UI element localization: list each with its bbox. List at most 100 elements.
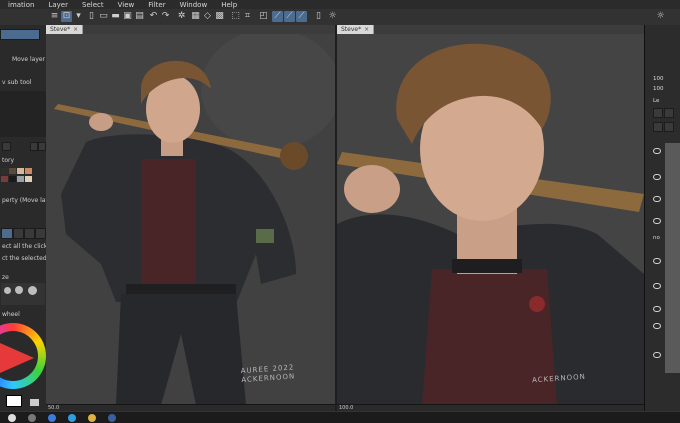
color-triangle[interactable]: [0, 343, 34, 373]
snap-special-ruler-icon[interactable]: ⟋: [284, 11, 295, 22]
color-swatch[interactable]: [9, 176, 16, 182]
property-mode-button[interactable]: [24, 228, 35, 239]
brightness-icon[interactable]: ☼: [327, 11, 338, 22]
illustration-full-body: AUREE 2022 ACKERNOON: [46, 34, 335, 405]
search-icon[interactable]: [28, 414, 36, 422]
character-closeup-artwork: [337, 34, 644, 405]
folder-icon[interactable]: ▬: [110, 11, 121, 22]
selection-icon[interactable]: ⬚: [230, 11, 241, 22]
menu-filter[interactable]: Filter: [148, 1, 165, 9]
sub-color-swatch[interactable]: [30, 399, 39, 406]
color-swatch[interactable]: [25, 168, 32, 174]
color-swatch[interactable]: [1, 168, 8, 174]
eye-icon[interactable]: [653, 352, 661, 358]
fill-icon[interactable]: ▩: [214, 11, 225, 22]
layer-property-label: Le: [653, 98, 660, 104]
layer-panel: 100 100 Le no: [644, 25, 680, 411]
taskbar: [0, 411, 680, 423]
property-mode-button[interactable]: [1, 228, 13, 239]
explorer-icon[interactable]: [88, 414, 96, 422]
layer-thumbnail-strip[interactable]: [665, 143, 680, 373]
canvas-tab[interactable]: Steve* ×: [337, 25, 375, 34]
app-icon[interactable]: [108, 414, 116, 422]
eye-icon[interactable]: [653, 306, 661, 312]
chevron-down-icon[interactable]: ▾: [73, 11, 84, 22]
command-bar: ≡ ⊡ ▾ ▯ ▭ ▬ ▣ ▤ ↶ ↷ ✲ ▦ ◇ ▩ ⬚ ⌗ ◰ ⟋ ⟋ ⟋ …: [0, 9, 680, 26]
eye-icon[interactable]: [653, 258, 661, 264]
canvas-status-bar: 50.0: [46, 404, 335, 411]
property-mode-button[interactable]: [35, 228, 46, 239]
redo-icon[interactable]: ↷: [160, 11, 171, 22]
snap-ruler-icon[interactable]: ⟋: [272, 11, 283, 22]
ruler-icon[interactable]: ◰: [258, 11, 269, 22]
transform-icon[interactable]: ◇: [202, 11, 213, 22]
illustration-closeup: ACKERNOON: [337, 34, 644, 405]
brush-size-dot[interactable]: [15, 286, 23, 294]
color-swatch[interactable]: [25, 176, 32, 182]
undo-icon[interactable]: ↶: [148, 11, 159, 22]
brush-size-palette[interactable]: [1, 283, 45, 305]
eye-icon[interactable]: [653, 196, 661, 202]
eye-icon[interactable]: [653, 174, 661, 180]
canvas-tab-label: Steve*: [341, 26, 362, 33]
color-swatch[interactable]: [17, 168, 24, 174]
browser-icon[interactable]: [48, 414, 56, 422]
new-file-icon[interactable]: ▯: [86, 11, 97, 22]
eye-icon[interactable]: [653, 323, 661, 329]
close-tab-icon[interactable]: ×: [73, 26, 78, 33]
canvas-window-full[interactable]: Steve* × AUREE 2022 ACKERNOON 50.0: [46, 25, 335, 411]
snap-grid-icon[interactable]: ⟋: [296, 11, 307, 22]
opacity-value-secondary[interactable]: 100: [653, 86, 664, 92]
brush-size-dot[interactable]: [28, 286, 37, 295]
color-swatch[interactable]: [1, 176, 8, 182]
canvas-status-bar: 100.0: [337, 404, 644, 411]
color-swatch[interactable]: [9, 168, 16, 174]
canvas-tab[interactable]: Steve* ×: [46, 25, 84, 34]
grid-icon[interactable]: ▦: [190, 11, 201, 22]
layer-name-short: no: [653, 235, 660, 241]
canvas-tab-label: Steve*: [50, 26, 71, 33]
sub-tool-list[interactable]: [0, 91, 46, 137]
menu-help[interactable]: Help: [221, 1, 237, 9]
menu-layer[interactable]: Layer: [48, 1, 68, 9]
main-color-swatch[interactable]: [6, 395, 22, 407]
property-mode-button[interactable]: [13, 228, 24, 239]
settings-gear-icon[interactable]: ✲: [176, 11, 187, 22]
move-layer-label[interactable]: Move layer: [12, 56, 45, 63]
save-icon[interactable]: ▣: [122, 11, 133, 22]
layer-action-button[interactable]: [664, 122, 674, 132]
canvas-window-closeup[interactable]: Steve* × ACKERNOON 100.0: [337, 25, 644, 411]
menu-window[interactable]: Window: [180, 1, 208, 9]
menu-bar: imation Layer Select View Filter Window …: [0, 0, 680, 9]
device-icon[interactable]: ▯: [313, 11, 324, 22]
layer-action-button[interactable]: [653, 122, 663, 132]
history-panel-title: tory: [2, 157, 15, 164]
left-tool-panel: Move layer v sub tool tory perty (Move l…: [0, 25, 58, 411]
menu-select[interactable]: Select: [82, 1, 104, 9]
crop-icon[interactable]: ⌗: [242, 11, 253, 22]
layer-action-button[interactable]: [664, 108, 674, 118]
open-folder-icon[interactable]: ▭: [98, 11, 109, 22]
delete-sub-tool-button[interactable]: [38, 142, 46, 151]
menu-view[interactable]: View: [118, 1, 135, 9]
menu-animation[interactable]: imation: [8, 1, 34, 9]
start-icon[interactable]: [8, 414, 16, 422]
eye-icon[interactable]: [653, 148, 661, 154]
color-wheel-title: wheel: [2, 311, 20, 318]
layer-action-button[interactable]: [653, 108, 663, 118]
hamburger-menu-icon[interactable]: ≡: [49, 11, 60, 22]
tool-tab-active[interactable]: [0, 29, 40, 40]
eye-icon[interactable]: [653, 283, 661, 289]
character-artwork: [46, 34, 335, 405]
close-tab-icon[interactable]: ×: [364, 26, 369, 33]
copy-sub-tool-button[interactable]: [30, 142, 38, 151]
export-icon[interactable]: ▤: [134, 11, 145, 22]
move-tool-icon[interactable]: ⊡: [61, 11, 72, 22]
brush-size-dot[interactable]: [4, 287, 11, 294]
add-sub-tool-button[interactable]: [2, 142, 11, 151]
color-swatch[interactable]: [17, 176, 24, 182]
eye-icon[interactable]: [653, 218, 661, 224]
opacity-value[interactable]: 100: [653, 76, 664, 82]
window-settings-icon[interactable]: ☼: [655, 11, 666, 22]
edge-icon[interactable]: [68, 414, 76, 422]
